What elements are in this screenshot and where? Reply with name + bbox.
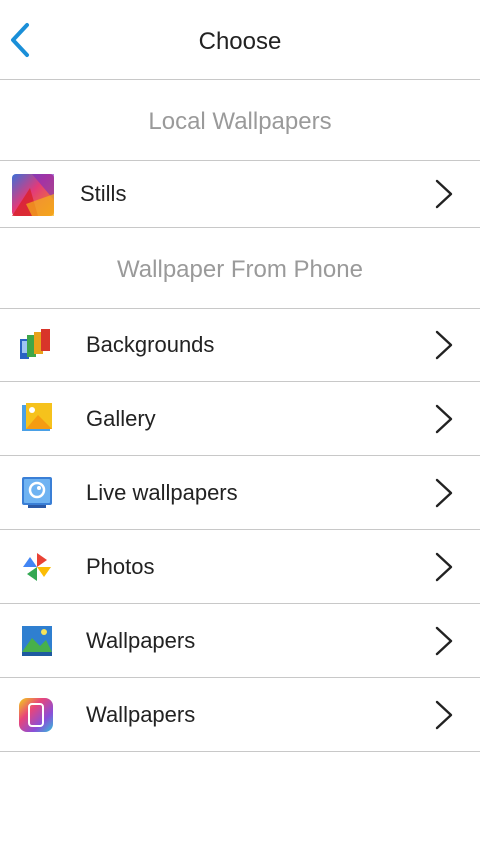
- page-title: Choose: [198, 28, 282, 55]
- list-item-label: Live wallpapers: [86, 479, 238, 505]
- list-item-wallpapers[interactable]: Wallpapers: [0, 604, 480, 678]
- list-item-backgrounds[interactable]: Backgrounds: [0, 308, 480, 382]
- section-header-phone: Wallpaper From Phone: [117, 256, 363, 283]
- chevron-right-icon: [435, 626, 453, 655]
- photos-icon: [23, 553, 51, 581]
- list-item-live-wallpapers[interactable]: Live wallpapers: [0, 456, 480, 530]
- list-item-gallery[interactable]: Gallery: [0, 382, 480, 456]
- chevron-right-icon: [435, 552, 453, 581]
- backgrounds-icon: [20, 329, 50, 359]
- section-header-local: Local Wallpapers: [148, 108, 332, 135]
- list-item-photos[interactable]: Photos: [0, 530, 480, 604]
- list-item-wallpapers-alt[interactable]: Wallpapers: [0, 678, 480, 752]
- chevron-right-icon: [435, 700, 453, 729]
- chevron-right-icon: [435, 179, 453, 209]
- stills-icon: [12, 174, 54, 216]
- list-item-label: Wallpapers: [86, 701, 196, 727]
- list-item-stills[interactable]: Stills: [0, 160, 480, 228]
- list-item-label: Photos: [86, 553, 155, 579]
- top-bar: Choose: [0, 0, 480, 80]
- list-item-label: Stills: [80, 181, 127, 206]
- list-item-label: Backgrounds: [86, 332, 215, 357]
- list-item-label: Gallery: [86, 405, 156, 431]
- chevron-right-icon: [435, 404, 453, 433]
- live-wallpapers-icon: [22, 477, 52, 508]
- list-item-label: Wallpapers: [86, 627, 196, 653]
- wallpapers-alt-icon: [19, 698, 53, 732]
- chevron-right-icon: [435, 330, 453, 360]
- gallery-icon: [22, 403, 52, 431]
- wallpapers-icon: [22, 626, 52, 656]
- chevron-right-icon: [435, 478, 453, 507]
